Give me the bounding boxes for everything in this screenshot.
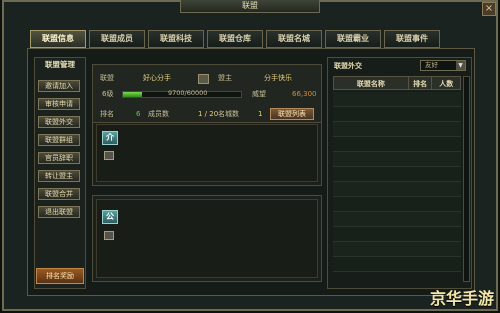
alliance-label: 联盟 bbox=[100, 74, 114, 82]
prestige-value: 66,300 bbox=[292, 90, 317, 98]
tab-bar: 联盟信息 联盟成员 联盟科技 联盟仓库 联盟名城 联盟霸业 联盟事件 bbox=[30, 30, 440, 48]
column-rank: 排名 bbox=[409, 77, 433, 89]
alliance-name: 好心分手 bbox=[143, 74, 171, 82]
tab-alliance-members[interactable]: 联盟成员 bbox=[89, 30, 145, 48]
sidebar-item-groups[interactable]: 联盟群组 bbox=[38, 134, 80, 146]
close-button[interactable]: × bbox=[482, 2, 496, 16]
cities-value: 1 bbox=[258, 110, 263, 118]
exp-text: 9700/60000 bbox=[168, 89, 208, 97]
table-row bbox=[333, 257, 461, 272]
table-row bbox=[333, 137, 461, 152]
window-title: 联盟 bbox=[180, 0, 320, 13]
sidebar-item-diplomacy[interactable]: 联盟外交 bbox=[38, 116, 80, 128]
diplomacy-filter-select[interactable]: 友好 ▼ bbox=[420, 60, 466, 71]
sidebar-item-review[interactable]: 审核申请 bbox=[38, 98, 80, 110]
rank-reward-button[interactable]: 排名奖励 bbox=[36, 268, 84, 284]
table-row bbox=[333, 92, 461, 107]
tab-alliance-hegemony[interactable]: 联盟霸业 bbox=[325, 30, 381, 48]
edit-alliance-name-button[interactable] bbox=[198, 74, 209, 84]
sidebar-item-transfer[interactable]: 转让盟主 bbox=[38, 170, 80, 182]
edit-intro-button[interactable] bbox=[104, 151, 114, 160]
leader-name: 分手快乐 bbox=[264, 74, 292, 82]
exp-fill bbox=[123, 92, 143, 97]
tab-alliance-cities[interactable]: 联盟名城 bbox=[266, 30, 322, 48]
rank-value: 6 bbox=[136, 110, 141, 118]
members-value: 1 / 20 bbox=[198, 110, 219, 118]
table-row bbox=[333, 242, 461, 257]
table-row bbox=[333, 167, 461, 182]
members-label: 成员数 bbox=[148, 110, 169, 118]
tab-alliance-warehouse[interactable]: 联盟仓库 bbox=[207, 30, 263, 48]
rank-label: 排名 bbox=[100, 110, 114, 118]
table-row bbox=[333, 122, 461, 137]
table-row bbox=[333, 197, 461, 212]
diplomacy-title: 联盟外交 bbox=[334, 62, 362, 70]
intro-icon: 介 bbox=[102, 131, 118, 145]
alliance-list-button[interactable]: 联盟列表 bbox=[270, 108, 314, 120]
table-row bbox=[333, 152, 461, 167]
tab-alliance-events[interactable]: 联盟事件 bbox=[384, 30, 440, 48]
column-alliance-name: 联盟名称 bbox=[334, 77, 409, 89]
edit-notice-button[interactable] bbox=[104, 231, 114, 240]
table-row bbox=[333, 227, 461, 242]
chevron-down-icon[interactable]: ▼ bbox=[456, 61, 465, 70]
notice-icon: 公 bbox=[102, 210, 118, 224]
tab-alliance-info[interactable]: 联盟信息 bbox=[30, 30, 86, 48]
intro-inner bbox=[96, 124, 318, 182]
notice-inner bbox=[96, 199, 318, 278]
diplomacy-filter-value: 友好 bbox=[425, 61, 438, 69]
sidebar-item-quit[interactable]: 退出联盟 bbox=[38, 206, 80, 218]
diplomacy-scrollbar[interactable] bbox=[463, 76, 470, 282]
table-row bbox=[333, 212, 461, 227]
diplomacy-table-body bbox=[333, 92, 461, 280]
sidebar: 联盟管理 邀请加入 审核申请 联盟外交 联盟群组 官员辞职 转让盟主 联盟合并 … bbox=[34, 57, 86, 289]
table-row bbox=[333, 182, 461, 197]
column-members: 人数 bbox=[439, 80, 454, 88]
tab-alliance-tech[interactable]: 联盟科技 bbox=[148, 30, 204, 48]
table-row bbox=[333, 107, 461, 122]
diplomacy-table-header: 联盟名称 排名 人数 bbox=[333, 76, 461, 90]
watermark-logo: 京华手游 bbox=[429, 289, 494, 308]
prestige-label: 威望 bbox=[252, 90, 266, 98]
diplomacy-panel: 联盟外交 友好 ▼ 联盟名称 排名 人数 bbox=[327, 57, 472, 289]
level-label: 6级 bbox=[102, 90, 114, 98]
sidebar-item-invite[interactable]: 邀请加入 bbox=[38, 80, 80, 92]
cities-label: 名城数 bbox=[218, 110, 239, 118]
sidebar-item-merge[interactable]: 联盟合并 bbox=[38, 188, 80, 200]
sidebar-title: 联盟管理 bbox=[45, 60, 75, 69]
leader-label: 盟主 bbox=[218, 74, 232, 82]
sidebar-item-resign[interactable]: 官员辞职 bbox=[38, 152, 80, 164]
